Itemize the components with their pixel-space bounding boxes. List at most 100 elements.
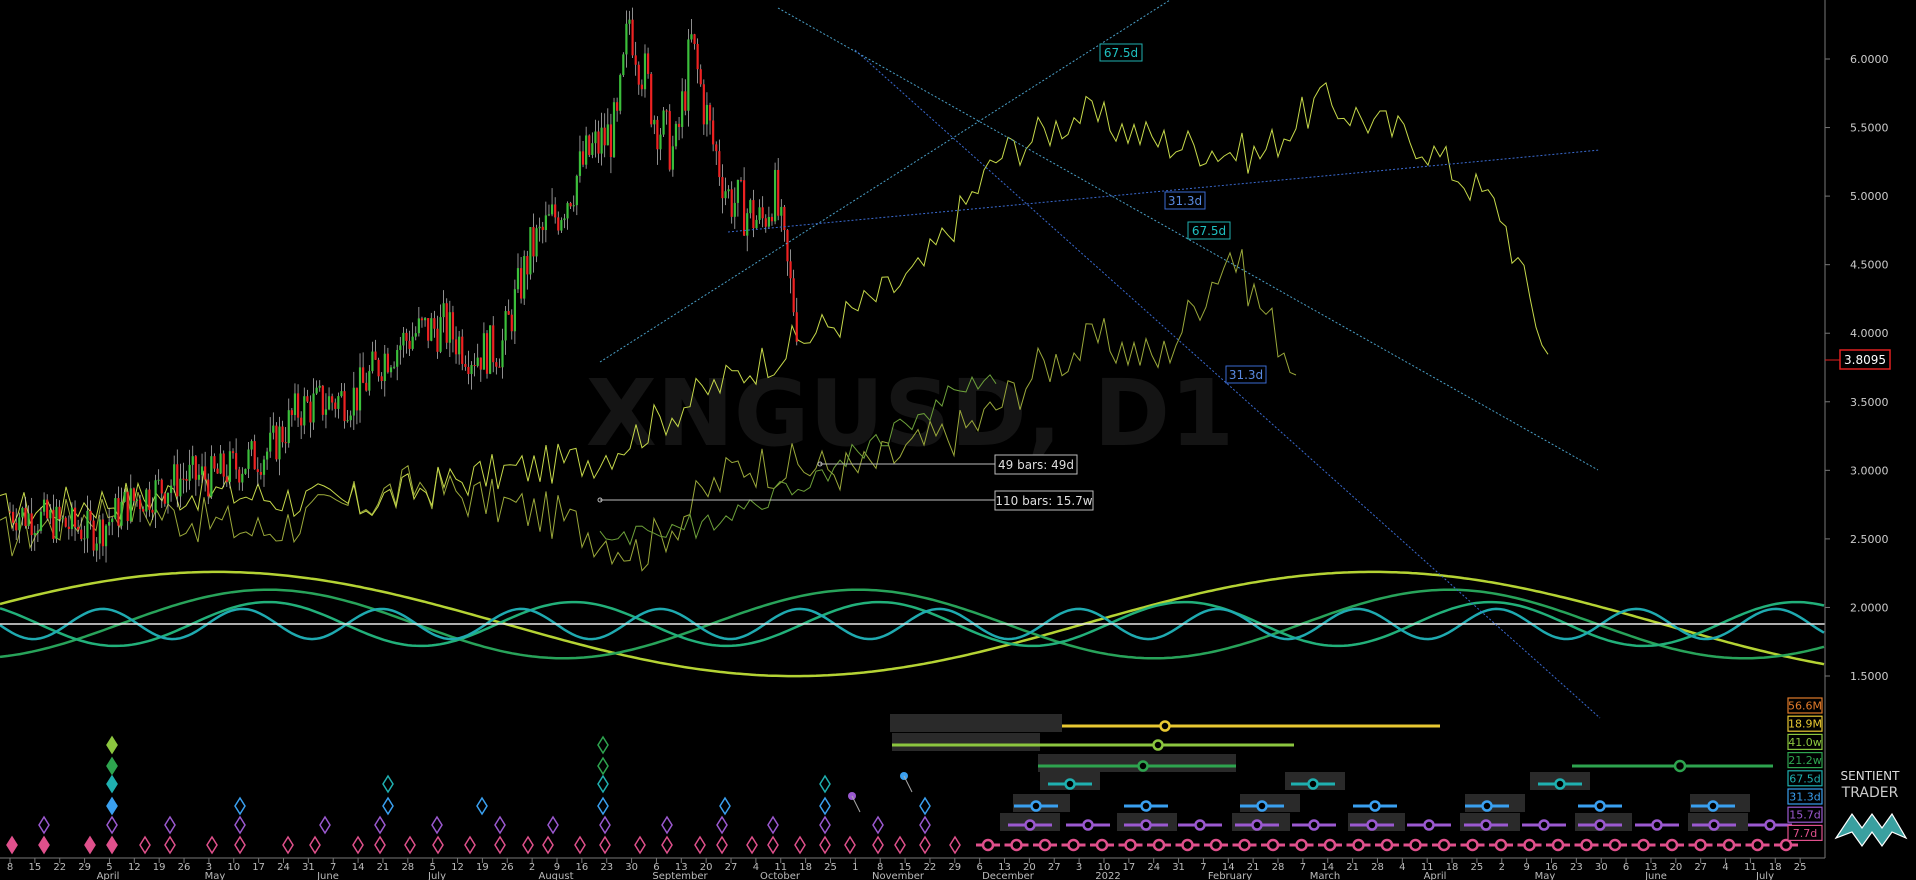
phase-marker	[1082, 819, 1094, 831]
candle-body	[650, 73, 653, 125]
candle-body	[557, 217, 560, 231]
candle-body	[114, 498, 117, 519]
date-tick-label: 9	[1523, 862, 1529, 873]
candle-body	[464, 363, 467, 367]
candle-body	[275, 425, 278, 460]
candle-body	[451, 312, 455, 340]
candle-body	[256, 469, 259, 472]
candle-body	[743, 180, 746, 236]
candle-body	[516, 268, 520, 290]
candle-body	[163, 493, 166, 504]
candle-body	[674, 123, 678, 147]
date-tick-label: 1	[852, 862, 858, 873]
candle-body	[510, 314, 513, 332]
phase-marker	[1694, 838, 1707, 852]
phase-marker	[1030, 800, 1042, 812]
candle-body	[581, 151, 585, 165]
candle-body	[705, 104, 709, 125]
candle-body	[773, 169, 777, 222]
candle-body	[262, 459, 266, 475]
candle-body	[157, 479, 160, 481]
phase-marker	[1238, 838, 1251, 852]
candle-body	[622, 54, 625, 76]
month-tick-label: 2022	[1095, 871, 1120, 880]
date-tick-label: 11	[1744, 862, 1757, 873]
candle-body	[430, 318, 433, 341]
watermark: XNGUSD, D1	[586, 360, 1234, 467]
phase-marker	[1708, 819, 1720, 831]
phase-marker	[1251, 819, 1263, 831]
phase-marker	[1137, 760, 1149, 772]
phase-marker	[1352, 838, 1365, 852]
date-tick-label: 28	[1272, 862, 1285, 873]
candle-body	[24, 507, 27, 527]
candle-body	[498, 366, 501, 368]
candle-body	[572, 205, 575, 207]
phase-marker	[1124, 838, 1137, 852]
month-tick-label: July	[1755, 871, 1774, 880]
candle-body	[755, 219, 758, 229]
date-tick-label: 21	[377, 862, 390, 873]
candle-body	[439, 317, 442, 352]
candle-body	[396, 349, 399, 367]
projection-window	[1013, 794, 1070, 812]
candle-body	[513, 289, 516, 332]
candle-body	[346, 420, 349, 422]
candle-body	[609, 124, 613, 158]
candle-body	[718, 151, 721, 178]
candle-body	[176, 464, 179, 497]
candle-body	[166, 492, 170, 504]
date-tick-label: 20	[1669, 862, 1682, 873]
candle-body	[281, 426, 284, 443]
candle-body	[470, 365, 473, 374]
candle-body	[30, 513, 33, 536]
candle-body	[213, 456, 216, 469]
candle-body	[142, 509, 145, 512]
date-tick-label: 23	[1570, 862, 1583, 873]
legend-label: 67.5d	[1789, 772, 1820, 785]
candle-body	[417, 318, 420, 334]
month-tick-label: August	[539, 871, 574, 880]
phase-marker	[1409, 838, 1422, 852]
candle-body	[315, 387, 318, 394]
candle-body	[547, 214, 551, 216]
candle-body	[368, 371, 371, 391]
phase-marker	[1423, 819, 1435, 831]
candle-body	[135, 499, 139, 501]
candle-body	[628, 19, 631, 24]
candle-body	[343, 391, 346, 422]
candle-body	[780, 206, 783, 216]
month-tick-label: October	[760, 871, 801, 880]
candle-body	[560, 220, 563, 231]
candle-body	[86, 510, 89, 539]
date-tick-label: 30	[625, 862, 638, 873]
candle-body	[730, 189, 733, 217]
candle-body	[554, 204, 557, 218]
phase-marker	[1608, 838, 1622, 852]
brand-line-1: SENTIENT	[1841, 769, 1901, 783]
phase-marker	[1494, 838, 1508, 852]
candle-body	[733, 202, 736, 217]
candle-body	[625, 23, 628, 55]
date-tick-label: 31	[1172, 862, 1185, 873]
candle-body	[504, 311, 507, 341]
candle-body	[646, 53, 650, 74]
month-tick-label: June	[1644, 871, 1667, 880]
brand-line-2: TRADER	[1841, 785, 1899, 801]
date-tick-label: 18	[1446, 862, 1459, 873]
candle-body	[132, 488, 135, 501]
date-tick-label: 27	[725, 862, 738, 873]
candle-body	[321, 385, 324, 415]
candle-body	[49, 509, 52, 519]
candle-body	[578, 151, 582, 176]
month-tick-label: February	[1208, 871, 1252, 880]
price-tick-label: 1.5000	[1850, 670, 1889, 683]
candle-body	[643, 53, 647, 90]
candle-body	[160, 479, 163, 494]
candle-body	[238, 469, 241, 483]
candle-body	[408, 340, 411, 349]
candle-body	[671, 146, 674, 170]
candle-body	[352, 387, 355, 416]
candle-body	[210, 456, 213, 497]
phase-marker	[1010, 838, 1023, 852]
